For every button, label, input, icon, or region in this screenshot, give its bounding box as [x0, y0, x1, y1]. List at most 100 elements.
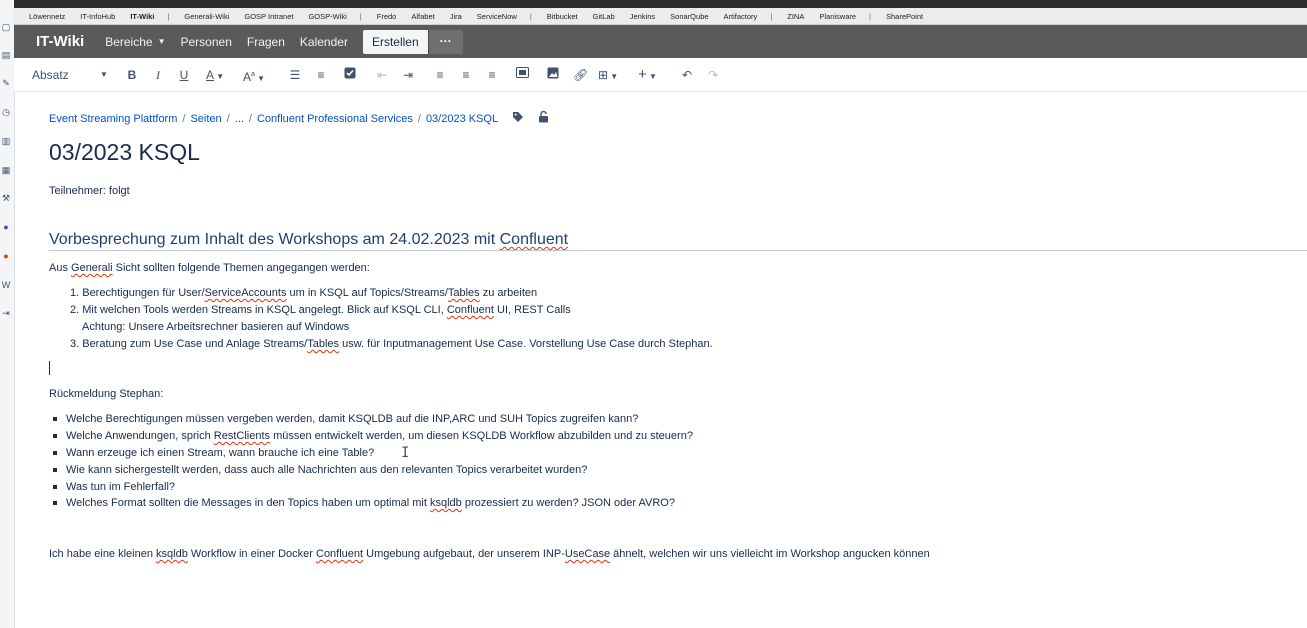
page-icon[interactable]: ▢ — [0, 22, 12, 32]
section-heading: Vorbesprechung zum Inhalt des Workshops … — [49, 231, 569, 248]
exit-icon[interactable]: ⇥ — [0, 308, 12, 318]
bookmark-separator: | — [869, 11, 871, 21]
bullet-item: Welche Berechtigungen müssen vergeben we… — [52, 413, 639, 425]
bookmark-item[interactable]: Jenkins — [630, 12, 655, 21]
tools-icon[interactable]: ⚒ — [0, 193, 12, 203]
bookmark-item[interactable]: Artifactory — [724, 12, 758, 21]
bookmark-item[interactable]: Generali-Wiki — [184, 12, 229, 21]
breadcrumb-link[interactable]: Event Streaming Plattform — [49, 113, 177, 125]
bullet-item: Wann erzeuge ich einen Stream, wann brau… — [52, 447, 375, 459]
bookmark-separator: | — [770, 11, 773, 21]
bookmark-item[interactable]: ZINA — [787, 12, 804, 21]
text-color-icon[interactable]: A ▼ — [206, 67, 234, 83]
breadcrumb-separator: / — [417, 112, 421, 125]
breadcrumb-link[interactable]: Seiten — [190, 113, 221, 125]
italic-icon[interactable]: I — [151, 67, 165, 83]
paragraph-style-select[interactable]: Absatz ▼ — [32, 67, 112, 83]
bold-icon[interactable]: B — [125, 67, 139, 83]
editor-toolbar: Absatz ▼ B I U A ▼ Aa ▼ ☰ ≡ ⇤ ⇥ ≡ ≡ ≡ 🔗︎… — [14, 58, 1307, 92]
bookmark-item[interactable]: IT-Wiki — [130, 12, 154, 21]
chevron-down-icon: ▼ — [100, 70, 108, 79]
left-sidebar-rail: ▢ ▤ ✎ ◷ ▥ ▦ ⚒ ● ● W ⇥ — [0, 0, 15, 628]
undo-icon[interactable]: ↶ — [680, 67, 694, 83]
bookmark-separator: | — [529, 11, 532, 21]
chevron-down-icon: ▼ — [157, 37, 166, 46]
text-style-icon[interactable]: Aa ▼ — [243, 67, 271, 84]
text-cursor — [49, 361, 50, 375]
bookmark-item[interactable]: Fredo — [377, 12, 397, 21]
bookmark-item[interactable]: Löwennetz — [29, 12, 65, 21]
bookmark-separator: | — [167, 11, 170, 21]
nav-fragen[interactable]: Fragen — [247, 35, 285, 49]
breadcrumb-separator: / — [226, 112, 230, 125]
breadcrumb-link[interactable]: Confluent Professional Services — [257, 113, 413, 125]
bookmark-item[interactable]: GOSP Intranet — [244, 12, 293, 21]
bookmark-item[interactable]: GOSP-Wiki — [308, 12, 346, 21]
list-item: 2. Mit welchen Tools werden Streams in K… — [70, 304, 571, 316]
page-title[interactable]: 03/2023 KSQL — [49, 139, 200, 166]
bullet-item: Welche Anwendungen, sprich RestClients m… — [53, 430, 693, 442]
nav-kalender[interactable]: Kalender — [300, 35, 348, 49]
bookmark-item[interactable]: Jira — [450, 12, 462, 21]
align-left-icon[interactable]: ≡ — [433, 67, 447, 83]
align-center-icon[interactable]: ≡ — [459, 67, 473, 83]
document-icon[interactable]: ▥ — [0, 136, 12, 146]
app-icon-purple[interactable]: ● — [0, 222, 12, 232]
task-list-icon[interactable] — [344, 67, 358, 83]
image-icon[interactable] — [547, 67, 561, 83]
bookmark-separator: | — [359, 11, 362, 21]
calendar-icon[interactable]: ▦ — [0, 165, 12, 175]
top-navigation: IT-Wiki Bereiche ▼ Personen Fragen Kalen… — [14, 25, 1307, 58]
app-logo[interactable]: IT-Wiki — [36, 33, 84, 50]
table-icon[interactable]: ⊞ ▼ — [598, 67, 626, 83]
app-icon-red[interactable]: ● — [0, 251, 12, 261]
bookmark-item[interactable]: IT-InfoHub — [80, 12, 115, 21]
restrictions-lock-icon[interactable] — [538, 110, 549, 126]
breadcrumb-separator: / — [248, 112, 252, 125]
numbered-list-icon[interactable]: ≡ — [314, 67, 328, 83]
bookmark-item[interactable]: GitLab — [593, 12, 615, 21]
bookmark-item[interactable]: SonarQube — [670, 12, 708, 21]
participants-text: Teilnehmer: folgt — [49, 185, 130, 197]
redo-icon[interactable]: ↷ — [706, 67, 720, 83]
bookmarks-bar: Löwennetz IT-InfoHub IT-Wiki | Generali-… — [14, 8, 1307, 25]
link-icon[interactable]: 🔗︎ — [573, 67, 588, 83]
breadcrumb-current[interactable]: 03/2023 KSQL — [426, 113, 498, 125]
bookmark-item[interactable]: SharePoint — [886, 12, 923, 21]
bookmark-item[interactable]: Bitbucket — [547, 12, 578, 21]
nav-bereiche[interactable]: Bereiche ▼ — [105, 35, 165, 49]
layout-icon[interactable] — [516, 67, 530, 83]
edit-icon[interactable]: ✎ — [0, 78, 12, 88]
insert-icon[interactable]: + ▼ — [638, 67, 666, 83]
nav-label: Bereiche — [105, 34, 153, 49]
bullet-list-icon[interactable]: ☰ — [288, 67, 302, 83]
list-item-note: Achtung: Unsere Arbeitsrechner basieren … — [82, 321, 350, 333]
paragraph-style-label: Absatz — [32, 68, 69, 82]
bookmark-item[interactable]: Alfabet — [411, 12, 434, 21]
w-icon[interactable]: W — [0, 280, 12, 290]
closing-text: Ich habe eine kleinen ksqldb Workflow in… — [49, 548, 930, 560]
bookmark-item[interactable]: Planisware — [819, 12, 856, 21]
bullet-item: Wie kann sichergestellt werden, dass auc… — [52, 464, 588, 476]
intro-text: Aus Generali Sicht sollten folgende Them… — [49, 262, 370, 274]
breadcrumb: Event Streaming Plattform / Seiten / ...… — [49, 110, 549, 126]
breadcrumb-ellipsis[interactable]: ... — [235, 113, 244, 125]
feedback-label: Rückmeldung Stephan: — [49, 388, 164, 400]
clock-icon[interactable]: ◷ — [0, 107, 12, 117]
outdent-icon[interactable]: ⇤ — [375, 67, 389, 83]
nav-personen[interactable]: Personen — [181, 35, 232, 49]
list-icon[interactable]: ▤ — [0, 50, 12, 60]
align-right-icon[interactable]: ≡ — [485, 67, 499, 83]
list-item: 1. Berechtigungen für User/ServiceAccoun… — [70, 287, 538, 299]
list-item: 3. Beratung zum Use Case und Anlage Stre… — [70, 338, 713, 350]
bullet-item: Welches Format sollten die Messages in d… — [53, 497, 675, 509]
heading-divider — [49, 250, 1307, 251]
label-tag-icon[interactable] — [512, 111, 524, 126]
indent-icon[interactable]: ⇥ — [401, 67, 415, 83]
bullet-item: Was tun im Fehlerfall? — [52, 481, 176, 493]
bookmark-item[interactable]: ServiceNow — [477, 12, 517, 21]
create-button[interactable]: Erstellen — [362, 29, 428, 54]
breadcrumb-separator: / — [182, 112, 186, 125]
more-button[interactable]: ··· — [427, 29, 463, 54]
underline-icon[interactable]: U — [177, 67, 191, 83]
